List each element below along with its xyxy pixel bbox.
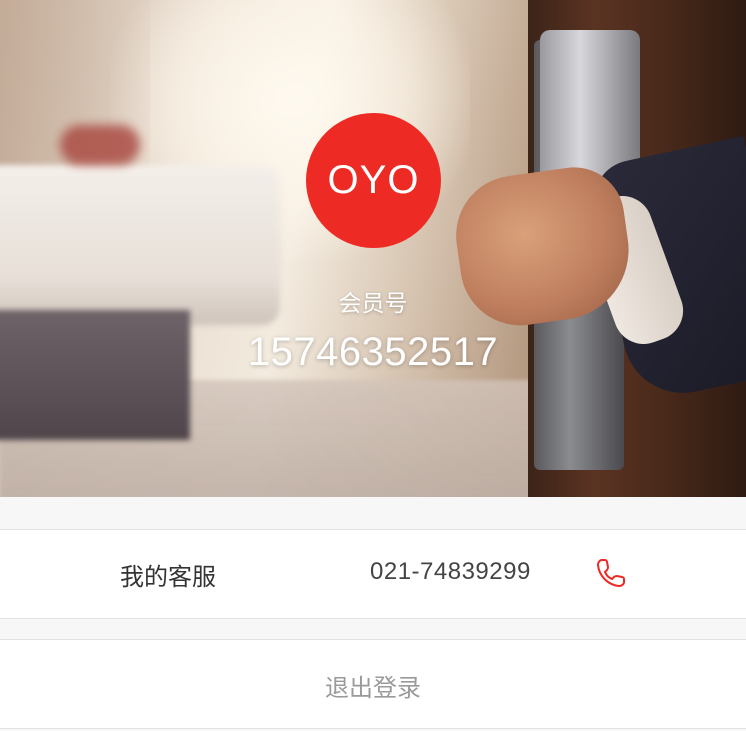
member-number-value: 15746352517	[247, 330, 499, 374]
logout-button[interactable]: 退出登录	[0, 639, 746, 729]
header-background-image	[0, 0, 746, 497]
member-number-label: 会员号	[338, 291, 408, 317]
phone-icon[interactable]	[592, 554, 630, 592]
customer-service-row[interactable]: 我的客服 021-74839299	[0, 529, 746, 619]
logo-text: OYO	[327, 158, 420, 202]
logout-label: 退出登录	[325, 674, 421, 702]
customer-service-phone[interactable]: 021-74839299	[370, 558, 531, 586]
oyo-logo: OYO	[306, 113, 441, 248]
customer-service-label: 我的客服	[120, 563, 216, 591]
